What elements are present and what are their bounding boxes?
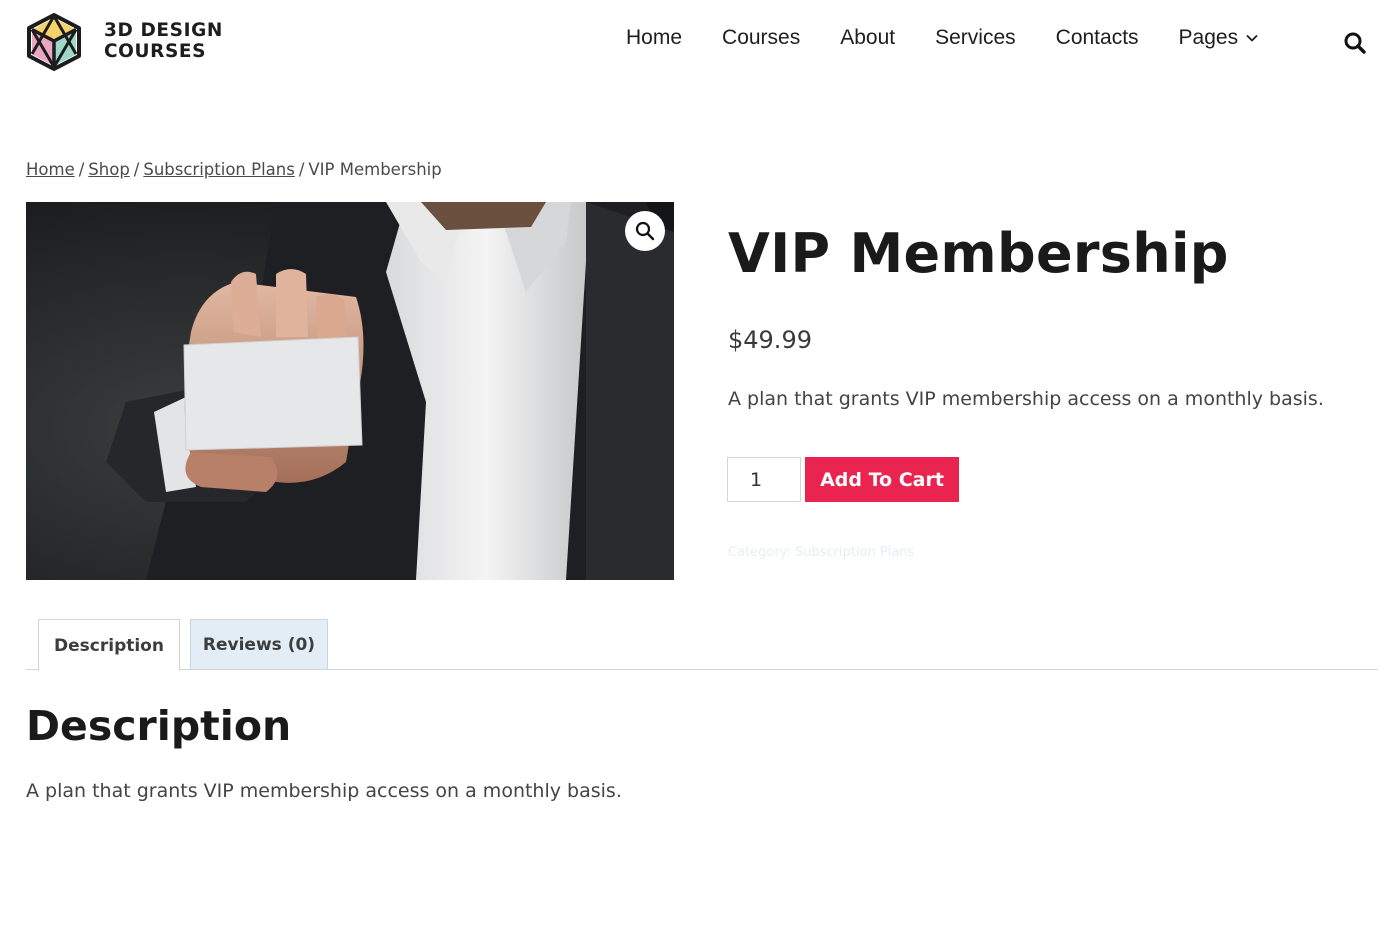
product-short-description: A plan that grants VIP membership access… — [728, 388, 1324, 410]
product-meta: Category: Subscription Plans — [728, 545, 914, 560]
brand-line-1: 3D DESIGN — [104, 20, 223, 41]
breadcrumb-separator: / — [78, 160, 85, 179]
brand-name[interactable]: 3D DESIGN COURSES — [104, 20, 223, 62]
cube-logo-icon[interactable] — [26, 12, 82, 72]
nav-item-contacts[interactable]: Contacts — [1036, 26, 1159, 50]
product-tabs: Description Reviews (0) — [26, 619, 1378, 671]
tab-description[interactable]: Description — [38, 619, 180, 671]
nav-item-label: Home — [626, 26, 683, 49]
tab-reviews[interactable]: Reviews (0) — [190, 619, 328, 669]
chevron-down-icon — [1246, 34, 1258, 42]
breadcrumb-current: VIP Membership — [308, 160, 442, 179]
category-link[interactable]: Subscription Plans — [795, 545, 914, 560]
breadcrumb: Home / Shop / Subscription Plans / VIP Members… — [26, 160, 442, 179]
nav-item-home[interactable]: Home — [606, 26, 702, 50]
nav-item-label: About — [840, 26, 896, 49]
zoom-button[interactable] — [625, 211, 665, 251]
magnifier-icon — [635, 221, 655, 241]
main-nav: Home Courses About Services Contacts Pag… — [606, 26, 1278, 50]
brand-line-2: COURSES — [104, 41, 207, 62]
category-label: Category: — [728, 545, 791, 560]
description-body: A plan that grants VIP membership access… — [26, 780, 622, 802]
breadcrumb-link-shop[interactable]: Shop — [88, 160, 130, 179]
breadcrumb-separator: / — [133, 160, 140, 179]
nav-item-label: Courses — [722, 26, 801, 49]
site-header: 3D DESIGN COURSES Home Courses About Ser… — [0, 0, 1400, 84]
quantity-input[interactable] — [727, 457, 801, 502]
product-photo — [26, 202, 674, 580]
description-heading: Description — [26, 702, 292, 750]
breadcrumb-separator: / — [298, 160, 305, 179]
nav-item-label: Contacts — [1055, 26, 1139, 49]
breadcrumb-link-subscription-plans[interactable]: Subscription Plans — [143, 160, 294, 179]
product-title: VIP Membership — [728, 222, 1229, 285]
product-price: $49.99 — [728, 326, 812, 354]
nav-item-courses[interactable]: Courses — [702, 26, 820, 50]
add-to-cart-button[interactable]: Add To Cart — [805, 457, 959, 502]
tab-label: Description — [54, 635, 164, 656]
nav-item-label: Services — [935, 26, 1016, 49]
nav-item-pages[interactable]: Pages — [1159, 26, 1279, 50]
search-icon[interactable] — [1342, 30, 1368, 56]
breadcrumb-link-home[interactable]: Home — [26, 160, 75, 179]
tab-label: Reviews (0) — [202, 634, 316, 655]
product-image[interactable] — [26, 202, 674, 580]
nav-item-label: Pages — [1178, 26, 1239, 49]
nav-item-services[interactable]: Services — [915, 26, 1036, 50]
nav-item-about[interactable]: About — [820, 26, 915, 50]
